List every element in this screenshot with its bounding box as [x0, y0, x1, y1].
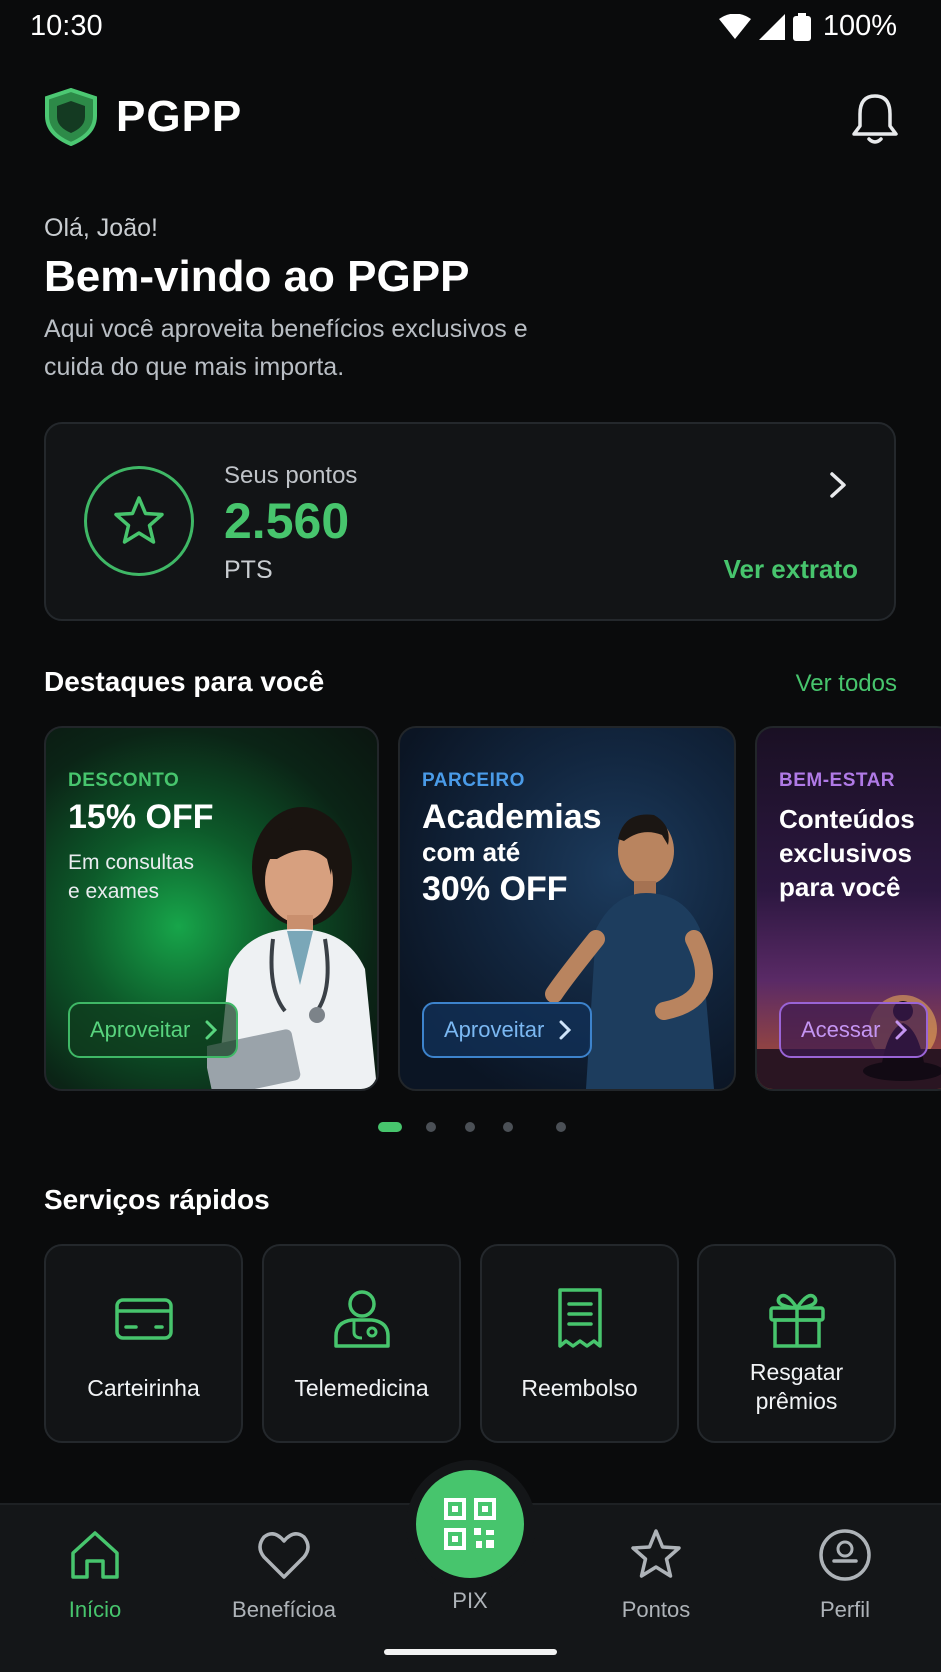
highlights-title: Destaques para você [44, 666, 325, 697]
pager-dot[interactable] [503, 1122, 513, 1132]
card-icon [114, 1298, 173, 1340]
card-title: 15% OFF [68, 798, 214, 836]
battery-icon [792, 12, 811, 41]
pager-dot-active[interactable] [378, 1122, 402, 1132]
card-cta-button[interactable]: Acessar [779, 1002, 929, 1058]
card-description: Em consultas [68, 851, 195, 874]
brand-name: PGPP [116, 92, 243, 141]
points-label: Seus pontos [224, 462, 358, 489]
points-badge [84, 466, 194, 576]
points-value: 2.560 [224, 493, 350, 549]
service-card-reembolso[interactable]: Reembolso [480, 1244, 679, 1443]
nav-label: Perfil [819, 1597, 871, 1622]
star-icon [114, 496, 164, 544]
chevron-right-icon[interactable] [826, 470, 850, 500]
service-label: Reembolso [521, 1375, 638, 1401]
highlight-card-wellness[interactable]: BEM-ESTAR Conteúdos exclusivos para você… [755, 726, 941, 1091]
wifi-icon [718, 13, 751, 39]
service-card-telemedicina[interactable]: Telemedicina [262, 1244, 461, 1443]
points-card[interactable]: Seus pontos 2.560 PTS Ver extrato [44, 422, 896, 621]
heart-icon [258, 1532, 310, 1579]
service-label: Carteirinha [87, 1375, 200, 1401]
app-header: PGPP [44, 88, 900, 152]
page-title: Bem-vindo ao PGPP [44, 252, 470, 301]
card-cta-label: Aproveitar [90, 1017, 191, 1042]
services-title: Serviços rápidos [44, 1184, 270, 1215]
battery-percent: 100% [822, 10, 897, 42]
carousel-pager[interactable] [378, 1122, 578, 1134]
shield-logo-icon [45, 88, 97, 146]
service-label: Telemedicina [294, 1375, 429, 1401]
nav-label-pix[interactable]: PIX [420, 1588, 520, 1614]
nav-item-perfil[interactable]: Perfil [775, 1527, 915, 1623]
service-label: prêmios [755, 1388, 838, 1414]
highlight-card-partner[interactable]: PARCEIRO Academias com até 30% OFF Aprov… [398, 726, 736, 1091]
view-statement-link[interactable]: Ver extrato [724, 554, 858, 585]
signal-icon [758, 13, 785, 40]
card-cta-button[interactable]: Aproveitar [422, 1002, 593, 1058]
card-description: e exames [68, 880, 160, 903]
bell-icon[interactable] [850, 92, 900, 146]
gift-icon [768, 1293, 825, 1348]
pager-dot[interactable] [426, 1122, 436, 1132]
points-unit: PTS [224, 556, 273, 584]
card-tag: PARCEIRO [422, 770, 525, 791]
home-indicator[interactable] [384, 1649, 557, 1655]
status-bar: 10:30 100% [0, 0, 941, 56]
star-icon [631, 1529, 681, 1578]
service-card-resgatar-premios[interactable]: Resgatar prêmios [697, 1244, 896, 1443]
nav-label: Pontos [621, 1597, 691, 1622]
card-cta-label: Acessar [801, 1017, 881, 1042]
nav-item-inicio[interactable]: Início [25, 1527, 165, 1623]
greeting-hello: Olá, João! [44, 214, 158, 242]
nav-label: Início [68, 1597, 122, 1622]
greeting-subtitle: Aqui você aproveita benefícios exclusivo… [44, 315, 528, 381]
qr-code-icon [444, 1498, 496, 1550]
nav-item-beneficios[interactable]: Benefícioa [214, 1527, 354, 1623]
service-card-carteirinha[interactable]: Carteirinha [44, 1244, 243, 1443]
pager-dot[interactable] [465, 1122, 475, 1132]
chevron-right-icon [895, 1020, 908, 1040]
card-tag: BEM-ESTAR [779, 770, 896, 791]
card-title: Academias [422, 798, 602, 836]
chevron-right-icon [205, 1020, 218, 1040]
nav-label: Benefícioa [232, 1597, 336, 1622]
view-all-link[interactable]: Ver todos [796, 670, 897, 698]
card-tag: DESCONTO [68, 770, 180, 791]
chevron-right-icon [559, 1020, 572, 1040]
card-description: com até [422, 837, 521, 867]
pix-button[interactable] [416, 1470, 524, 1578]
card-cta-button[interactable]: Aproveitar [68, 1002, 239, 1058]
card-title: exclusivos [779, 838, 912, 868]
brand-logo: PGPP [44, 88, 242, 146]
card-cta-label: Aproveitar [444, 1017, 545, 1042]
pager-dot[interactable] [556, 1122, 566, 1132]
nav-item-pontos[interactable]: Pontos [586, 1527, 726, 1623]
receipt-icon [557, 1288, 602, 1348]
home-icon [71, 1531, 119, 1579]
service-label: Resgatar [749, 1359, 844, 1385]
card-title-offer: 30% OFF [422, 870, 568, 908]
card-title: Conteúdos [779, 804, 915, 834]
status-time: 10:30 [30, 10, 103, 42]
doctor-icon [333, 1290, 390, 1348]
pix-button-wrapper [406, 1460, 536, 1590]
highlight-card-discount[interactable]: DESCONTO 15% OFF Em consultas e exames A… [44, 726, 379, 1091]
status-icons: 100% [718, 10, 897, 43]
card-title: para você [779, 872, 901, 902]
profile-icon [819, 1529, 871, 1581]
